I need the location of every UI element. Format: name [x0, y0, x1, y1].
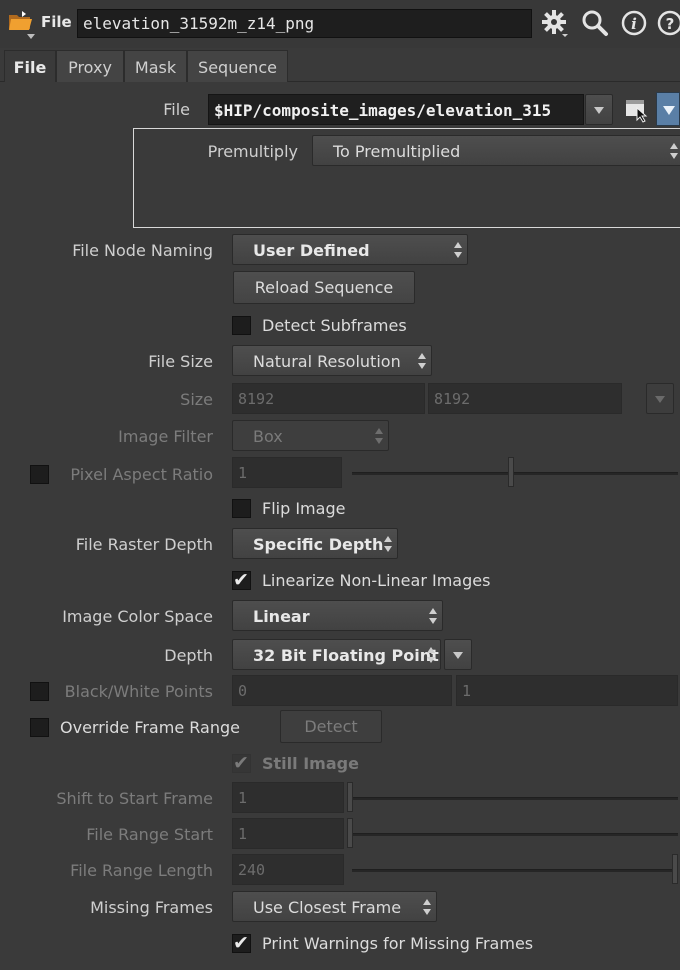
premultiply-label: Premultiply [207, 142, 298, 161]
size-preset-dropdown[interactable] [646, 383, 674, 414]
updown-arrows-icon [427, 647, 435, 663]
file-size-menu[interactable]: Natural Resolution [232, 345, 432, 376]
image-filter-label: Image Filter [118, 427, 213, 446]
image-color-space-menu[interactable]: Linear [232, 600, 443, 631]
node-menu-arrow-icon[interactable] [27, 34, 35, 39]
file-node-naming-value: User Defined [253, 241, 370, 260]
still-image-checkbox[interactable]: ✔ [232, 752, 251, 774]
file-options-button[interactable] [656, 92, 680, 126]
premultiply-menu[interactable]: To Premultiplied [312, 135, 680, 166]
file-range-length-field[interactable]: 240 [232, 854, 344, 885]
checkmark-icon: ✔ [233, 932, 249, 954]
updown-arrows-icon [423, 899, 431, 915]
size-label: Size [180, 390, 213, 409]
shift-to-start-frame-slider[interactable] [352, 797, 678, 800]
updown-arrows-icon [670, 143, 678, 159]
pixel-aspect-ratio-slider[interactable] [352, 472, 678, 475]
file-range-length-slider[interactable] [352, 869, 678, 872]
shift-to-start-frame-label: Shift to Start Frame [56, 789, 213, 808]
black-point-field[interactable]: 0 [232, 675, 452, 706]
still-image-label: Still Image [262, 754, 359, 773]
info-icon[interactable]: i [619, 8, 649, 38]
premultiply-value: To Premultiplied [333, 142, 461, 161]
image-filter-menu[interactable]: Box [232, 420, 389, 451]
file-chooser-icon[interactable] [623, 96, 651, 124]
file-path-field[interactable]: $HIP/composite_images/elevation_315 [208, 94, 584, 125]
file-range-length-slider-handle[interactable] [672, 854, 678, 884]
detect-subframes-checkbox[interactable] [232, 316, 251, 335]
pixel-aspect-ratio-slider-handle[interactable] [508, 457, 514, 487]
linearize-label: Linearize Non-Linear Images [262, 571, 491, 590]
white-point-field[interactable]: 1 [456, 675, 678, 706]
updown-arrows-icon [429, 608, 437, 624]
tab-file[interactable]: File [4, 50, 56, 82]
image-color-space-label: Image Color Space [62, 607, 213, 626]
file-range-start-label: File Range Start [86, 825, 213, 844]
updown-arrows-icon [418, 353, 426, 369]
updown-arrows-icon [384, 536, 392, 552]
reload-sequence-button[interactable]: Reload Sequence [233, 271, 415, 304]
file-range-start-field[interactable]: 1 [232, 818, 344, 849]
file-range-length-label: File Range Length [70, 861, 213, 880]
depth-value: 32 Bit Floating Point [253, 646, 439, 665]
node-name-field[interactable]: elevation_31592m_z14_png [77, 9, 532, 38]
override-frame-range-label: Override Frame Range [60, 718, 240, 737]
updown-arrows-icon [375, 428, 383, 444]
image-color-space-value: Linear [253, 607, 310, 626]
file-node-naming-menu[interactable]: User Defined [232, 234, 468, 265]
missing-frames-label: Missing Frames [90, 898, 213, 917]
shift-to-start-frame-field[interactable]: 1 [232, 782, 344, 813]
detect-button[interactable]: Detect [280, 710, 382, 743]
node-type-label: File [41, 13, 72, 31]
size-width-field[interactable]: 8192 [232, 383, 425, 414]
svg-text:?: ? [666, 15, 675, 33]
black-white-points-label: Black/White Points [64, 682, 213, 701]
svg-text:i: i [631, 15, 637, 33]
tab-mask[interactable]: Mask [124, 50, 187, 82]
file-raster-depth-menu[interactable]: Specific Depth [232, 528, 398, 559]
depth-preset-dropdown[interactable] [444, 639, 472, 670]
parameter-header: File elevation_31592m_z14_png i ? [0, 0, 680, 48]
depth-label: Depth [164, 646, 213, 665]
size-height-field[interactable]: 8192 [428, 383, 622, 414]
print-warnings-label: Print Warnings for Missing Frames [262, 934, 534, 953]
image-filter-value: Box [253, 427, 283, 446]
detect-subframes-label: Detect Subframes [262, 316, 407, 335]
tab-proxy[interactable]: Proxy [56, 50, 124, 82]
file-history-dropdown[interactable] [585, 94, 613, 125]
search-icon[interactable] [580, 8, 610, 38]
parameter-tabs: File Proxy Mask Sequence [0, 48, 680, 82]
file-node-naming-label: File Node Naming [72, 241, 213, 260]
tab-sequence[interactable]: Sequence [187, 50, 288, 82]
flip-image-label: Flip Image [262, 499, 346, 518]
missing-frames-value: Use Closest Frame [253, 898, 402, 917]
gear-icon[interactable] [540, 8, 570, 38]
file-raster-depth-label: File Raster Depth [75, 535, 213, 554]
file-size-label: File Size [148, 352, 213, 371]
override-frame-range-checkbox[interactable] [30, 718, 49, 737]
folder-icon [9, 11, 32, 30]
pixel-aspect-ratio-label: Pixel Aspect Ratio [70, 465, 213, 484]
file-raster-depth-value: Specific Depth [253, 535, 384, 554]
updown-arrows-icon [454, 242, 462, 258]
print-warnings-checkbox[interactable]: ✔ [232, 932, 251, 954]
linearize-checkbox[interactable]: ✔ [232, 569, 251, 591]
pixel-aspect-ratio-field[interactable]: 1 [232, 457, 342, 488]
file-range-start-slider-handle[interactable] [347, 818, 353, 848]
flip-image-checkbox[interactable] [232, 499, 251, 518]
missing-frames-menu[interactable]: Use Closest Frame [232, 891, 437, 922]
file-size-value: Natural Resolution [253, 352, 401, 371]
depth-menu[interactable]: 32 Bit Floating Point [232, 639, 441, 670]
checkmark-icon: ✔ [233, 569, 249, 591]
checkmark-icon: ✔ [233, 752, 249, 774]
file-range-start-slider[interactable] [352, 833, 678, 836]
shift-to-start-frame-slider-handle[interactable] [347, 782, 353, 812]
file-label: File [163, 100, 190, 119]
help-icon[interactable]: ? [655, 8, 680, 38]
